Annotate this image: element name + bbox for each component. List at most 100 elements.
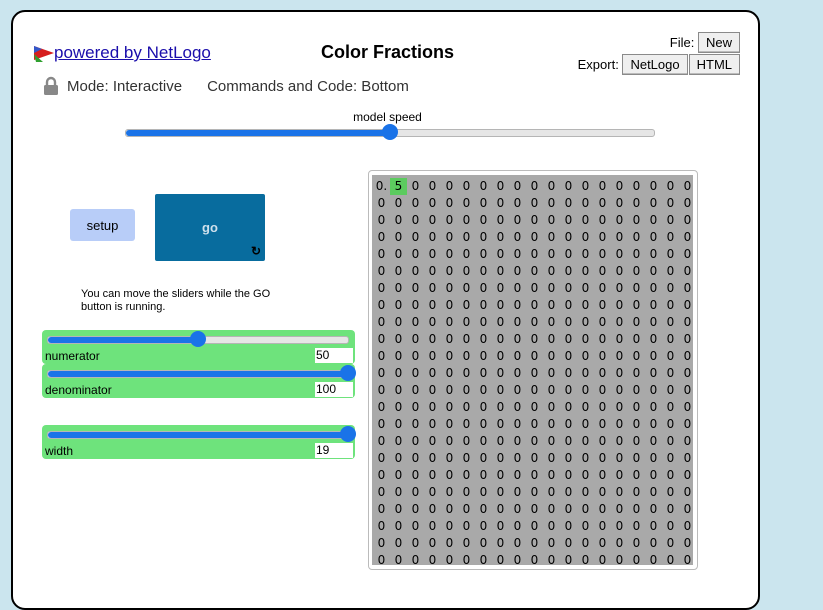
patch-label: 0: [513, 366, 522, 380]
patch-label: 0: [564, 400, 573, 414]
patch-label: 0: [615, 179, 624, 193]
width-slider[interactable]: width 19: [42, 425, 356, 459]
width-fill: [48, 432, 348, 438]
patch-label: 0: [496, 264, 505, 278]
patch-label: 0: [683, 485, 692, 499]
width-label: width: [45, 444, 74, 458]
patch-label: 0: [581, 230, 590, 244]
denominator-track[interactable]: [47, 365, 356, 381]
patch-label: 0: [598, 519, 607, 533]
patch-label: 0: [479, 247, 488, 261]
patch-label: 0: [598, 213, 607, 227]
patch-label: 0: [428, 264, 437, 278]
patch-label: 0: [428, 315, 437, 329]
new-button[interactable]: New: [697, 32, 740, 53]
patch-label: 0: [462, 383, 471, 397]
patch-label: 0: [547, 247, 556, 261]
patch-label: 0: [683, 383, 692, 397]
denominator-value[interactable]: 100: [315, 382, 353, 397]
go-button[interactable]: go ↻: [155, 194, 265, 261]
numerator-track[interactable]: [47, 331, 349, 347]
width-thumb[interactable]: [340, 426, 356, 442]
patch-label: 0: [411, 451, 420, 465]
lock-icon[interactable]: [43, 76, 59, 96]
world-view-grid[interactable]: 0. 5 0 0 0 0 0 0 0 0 0 0 0 0 0 0 0 0 0 0 0 0 0 0 0 0 0 0 0 0 0 0 0 0 0 0 0 0 0…: [372, 175, 693, 567]
patch-label: 0: [513, 315, 522, 329]
numerator-thumb[interactable]: [190, 331, 206, 347]
patch-label: 0: [513, 264, 522, 278]
patch-label: 0: [411, 383, 420, 397]
patch-label: 0: [564, 264, 573, 278]
patch-label: 0: [683, 213, 692, 227]
patch-label: 0: [530, 451, 539, 465]
patch-label: 0: [445, 366, 454, 380]
width-value[interactable]: 19: [315, 443, 353, 458]
patch-label: 0: [530, 179, 539, 193]
patch-label: 0: [666, 332, 675, 346]
patch-label: 0: [547, 366, 556, 380]
instruction-note: You can move the sliders while the GO bu…: [81, 288, 271, 313]
patch-label: 0: [649, 417, 658, 431]
export-html-button[interactable]: HTML: [688, 54, 740, 75]
patch-label: 0: [377, 230, 386, 244]
patch-label: 0: [513, 383, 522, 397]
patch-label: 0: [377, 400, 386, 414]
export-netlogo-button[interactable]: NetLogo: [622, 54, 688, 75]
numerator-slider[interactable]: numerator 50: [42, 330, 355, 364]
patch-label: 0: [496, 366, 505, 380]
patch-label: 0: [445, 468, 454, 482]
world-view[interactable]: 0. 5 0 0 0 0 0 0 0 0 0 0 0 0 0 0 0 0 0 0 0 0 0 0 0 0 0 0 0 0 0 0 0 0 0 0 0 0 0…: [368, 170, 698, 570]
file-export-panel: File: New Export: NetLogo HTML: [578, 32, 740, 75]
patch-label: 0: [598, 536, 607, 550]
denominator-slider[interactable]: denominator 100: [42, 364, 356, 398]
patch-label: 0: [479, 383, 488, 397]
patch-label: 0: [445, 485, 454, 499]
patch-label: 0: [547, 451, 556, 465]
patch-label: 0: [445, 383, 454, 397]
patch-label: 0: [598, 264, 607, 278]
numerator-value[interactable]: 50: [315, 348, 353, 363]
patch-label: 0: [479, 502, 488, 516]
patch-label: 0: [581, 349, 590, 363]
numerator-fill: [48, 337, 198, 343]
patch-label: 0: [428, 451, 437, 465]
patch-label: 0: [547, 213, 556, 227]
powered-by-link[interactable]: powered by NetLogo: [34, 43, 211, 63]
patch-label: 0: [615, 196, 624, 210]
patch-label: 0: [445, 196, 454, 210]
patch-label: 0: [411, 553, 420, 567]
patch-label: 0: [632, 519, 641, 533]
patch-label: 0: [615, 451, 624, 465]
patch-label: 0: [462, 281, 471, 295]
patch-label: 0: [649, 298, 658, 312]
patch-label: 0: [479, 349, 488, 363]
patch-label: 0: [496, 383, 505, 397]
go-button-label: go: [202, 220, 218, 235]
patch-label: 0: [462, 315, 471, 329]
patch-label: 0: [598, 315, 607, 329]
patch-label: 0: [564, 383, 573, 397]
setup-button[interactable]: setup: [70, 209, 135, 241]
patch-label: 0: [598, 230, 607, 244]
patch-label: 0: [445, 281, 454, 295]
patch-label: 0: [649, 349, 658, 363]
patch-label: 0: [632, 247, 641, 261]
patch-label: 0: [513, 502, 522, 516]
patch-label: 0: [632, 485, 641, 499]
mode-text[interactable]: Mode: Interactive: [67, 78, 182, 95]
model-speed-slider[interactable]: [125, 124, 655, 140]
commands-code-text[interactable]: Commands and Code: Bottom: [207, 78, 409, 95]
patch-label: 0: [394, 315, 403, 329]
width-track[interactable]: [47, 426, 356, 442]
patch-label: 0: [564, 281, 573, 295]
model-speed-thumb[interactable]: [382, 124, 398, 140]
patch-label: 0: [394, 196, 403, 210]
patch-label: 0: [547, 349, 556, 363]
patch-label: 0: [513, 536, 522, 550]
patch-label: 0: [649, 366, 658, 380]
patch-label: 0: [632, 434, 641, 448]
patch-label: 0: [496, 213, 505, 227]
patch-label: 0: [581, 553, 590, 567]
patch-label: 0: [666, 553, 675, 567]
denominator-thumb[interactable]: [340, 365, 356, 381]
